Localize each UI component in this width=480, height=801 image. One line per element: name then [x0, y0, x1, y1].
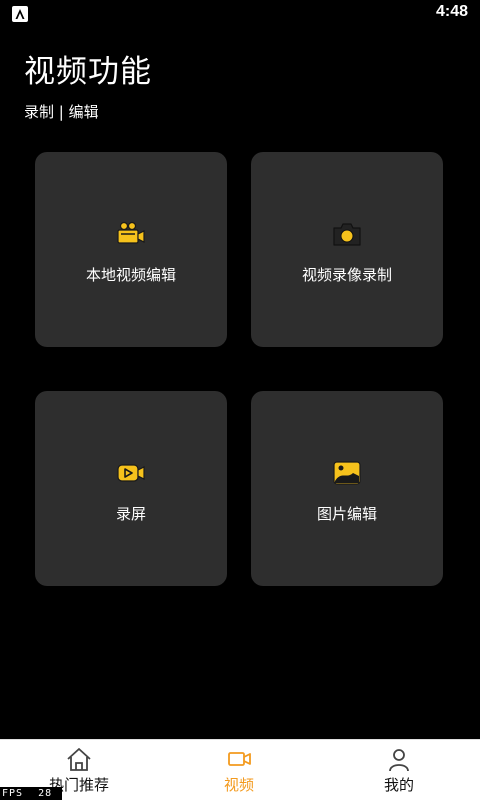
page-subtitle: 录制 | 编辑 — [24, 103, 99, 121]
card-label: 录屏 — [115, 505, 146, 523]
card-local-video-edit[interactable]: 本地视频编辑 — [35, 152, 227, 347]
tab-label: 视频 — [223, 776, 254, 794]
tab-video[interactable]: 视频 — [179, 740, 299, 801]
card-label: 本地视频编辑 — [85, 266, 176, 284]
camera-icon — [331, 218, 363, 250]
app-a-icon — [12, 6, 28, 22]
tab-mine[interactable]: 我的 — [339, 740, 459, 801]
card-image-edit[interactable]: 图片编辑 — [251, 391, 443, 586]
user-icon — [385, 746, 413, 772]
home-icon — [65, 746, 93, 772]
fps-value: 28 — [38, 788, 53, 799]
status-bar: 4:48 — [0, 0, 480, 28]
fps-counter: FPS 28 — [0, 787, 62, 800]
card-screen-record[interactable]: 录屏 — [35, 391, 227, 586]
video-icon — [225, 746, 253, 772]
card-video-record[interactable]: 视频录像录制 — [251, 152, 443, 347]
card-label: 图片编辑 — [316, 505, 377, 523]
movie-camera-icon — [115, 218, 147, 250]
status-time: 4:48 — [435, 3, 468, 20]
fps-label: FPS — [2, 788, 24, 799]
bottom-tab-bar: 热门推荐 视频 我的 — [0, 739, 480, 801]
tab-label: 我的 — [383, 776, 414, 794]
video-record-icon — [115, 457, 147, 489]
page-title: 视频功能 — [24, 54, 152, 90]
card-label: 视频录像录制 — [301, 266, 392, 284]
image-icon — [331, 457, 363, 489]
